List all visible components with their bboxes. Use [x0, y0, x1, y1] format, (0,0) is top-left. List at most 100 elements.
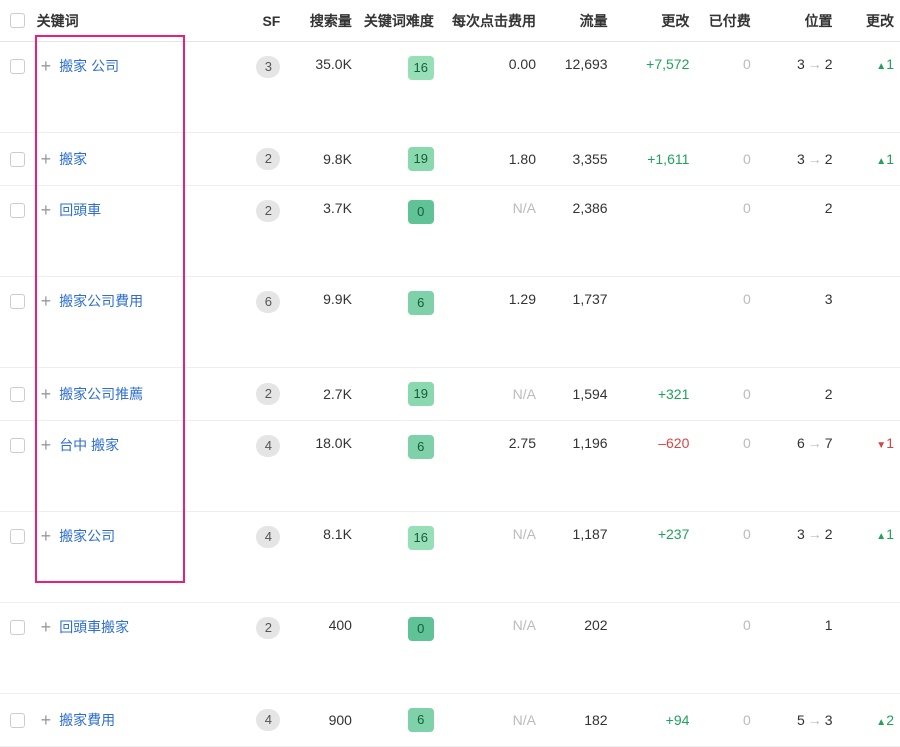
expand-icon[interactable]: + [41, 150, 52, 168]
keyword-cell: + 回頭車搬家 [31, 603, 246, 694]
expand-icon[interactable]: + [41, 385, 52, 403]
sf-cell: 6 [245, 277, 286, 368]
arrow-right-icon: → [808, 712, 822, 728]
kd-badge: 0 [408, 200, 434, 224]
keyword-link[interactable]: 搬家 公司 [59, 56, 119, 76]
row-checkbox[interactable] [10, 713, 25, 728]
table-wrap: 关键词 SF 搜索量 关键词难度 每次点击费用 流量 更改 已付费 位置 更改 … [0, 0, 900, 747]
kd-cell: 6 [358, 694, 440, 747]
keyword-link[interactable]: 搬家公司推薦 [59, 384, 143, 404]
kd-badge: 19 [408, 382, 434, 406]
volume-cell: 2.7K [286, 368, 358, 421]
row-checkbox[interactable] [10, 620, 25, 635]
keyword-link[interactable]: 搬家 [59, 149, 87, 169]
change-traffic-cell [614, 603, 696, 694]
header-sf[interactable]: SF [245, 0, 286, 42]
paid-cell: 0 [695, 368, 756, 421]
position-cell: 2 [757, 186, 839, 277]
select-all-checkbox[interactable] [10, 13, 25, 28]
keyword-link[interactable]: 搬家公司費用 [59, 291, 143, 311]
change-position-cell: ▼1 [839, 421, 900, 512]
sf-badge[interactable]: 4 [256, 526, 280, 548]
header-change2[interactable]: 更改 [839, 0, 900, 42]
header-volume[interactable]: 搜索量 [286, 0, 358, 42]
keyword-link[interactable]: 回頭車搬家 [59, 617, 129, 637]
header-keyword[interactable]: 关键词 [31, 0, 246, 42]
cpc-cell: 1.80 [440, 133, 542, 186]
sf-badge[interactable]: 4 [256, 435, 280, 457]
header-position[interactable]: 位置 [757, 0, 839, 42]
change-traffic-cell: –620 [614, 421, 696, 512]
volume-cell: 35.0K [286, 42, 358, 133]
cpc-cell: N/A [440, 694, 542, 747]
position-cell: 1 [757, 603, 839, 694]
row-checkbox[interactable] [10, 438, 25, 453]
keyword-cell: + 搬家 [31, 133, 246, 186]
row-checkbox[interactable] [10, 529, 25, 544]
row-checkbox[interactable] [10, 203, 25, 218]
expand-icon[interactable]: + [41, 201, 52, 219]
table-row: +回頭車23.7K0N/A2,38602 [0, 186, 900, 277]
keyword-link[interactable]: 台中 搬家 [59, 435, 119, 455]
sf-cell: 2 [245, 133, 286, 186]
sf-badge[interactable]: 2 [256, 617, 280, 639]
expand-icon[interactable]: + [41, 618, 52, 636]
table-body: +搬家 公司335.0K160.0012,693+7,57203→2▲1+搬家2… [0, 42, 900, 747]
position-to: 2 [825, 526, 833, 542]
sf-badge[interactable]: 6 [256, 291, 280, 313]
position-from: 5 [797, 712, 805, 728]
header-change1[interactable]: 更改 [614, 0, 696, 42]
row-checkbox[interactable] [10, 152, 25, 167]
change-position-cell [839, 277, 900, 368]
paid-cell: 0 [695, 421, 756, 512]
row-checkbox[interactable] [10, 387, 25, 402]
change-position-value: 1 [886, 526, 894, 542]
kd-badge: 6 [408, 435, 434, 459]
paid-cell: 0 [695, 133, 756, 186]
table-row: +台中 搬家418.0K62.751,196–62006→7▼1 [0, 421, 900, 512]
traffic-cell: 182 [542, 694, 614, 747]
header-cpc[interactable]: 每次点击费用 [440, 0, 542, 42]
sf-badge[interactable]: 2 [256, 383, 280, 405]
header-traffic[interactable]: 流量 [542, 0, 614, 42]
change-traffic-cell [614, 277, 696, 368]
sf-badge[interactable]: 2 [256, 148, 280, 170]
expand-icon[interactable]: + [41, 436, 52, 454]
keyword-cell: + 搬家 公司 [31, 42, 246, 133]
expand-icon[interactable]: + [41, 57, 52, 75]
kd-cell: 19 [358, 368, 440, 421]
row-checkbox[interactable] [10, 294, 25, 309]
sf-badge[interactable]: 2 [256, 200, 280, 222]
cpc-cell: N/A [440, 186, 542, 277]
keyword-cell: + 回頭車 [31, 186, 246, 277]
change-position-cell [839, 368, 900, 421]
row-checkbox-cell [0, 603, 31, 694]
expand-icon[interactable]: + [41, 527, 52, 545]
kd-badge: 0 [408, 617, 434, 641]
row-checkbox[interactable] [10, 59, 25, 74]
sf-badge[interactable]: 4 [256, 709, 280, 731]
traffic-cell: 1,594 [542, 368, 614, 421]
kd-cell: 19 [358, 133, 440, 186]
change-position-value: 1 [886, 151, 894, 167]
header-kd[interactable]: 关键词难度 [358, 0, 440, 42]
kd-badge: 16 [408, 526, 434, 550]
cpc-cell: 0.00 [440, 42, 542, 133]
sf-cell: 3 [245, 42, 286, 133]
header-paid[interactable]: 已付费 [695, 0, 756, 42]
expand-icon[interactable]: + [41, 292, 52, 310]
cpc-cell: N/A [440, 368, 542, 421]
kd-cell: 0 [358, 186, 440, 277]
sf-badge[interactable]: 3 [256, 56, 280, 78]
keyword-link[interactable]: 回頭車 [59, 200, 101, 220]
volume-cell: 18.0K [286, 421, 358, 512]
row-checkbox-cell [0, 368, 31, 421]
position-to: 3 [825, 712, 833, 728]
keyword-link[interactable]: 搬家公司 [59, 526, 115, 546]
expand-icon[interactable]: + [41, 711, 52, 729]
keyword-cell: + 台中 搬家 [31, 421, 246, 512]
sf-cell: 2 [245, 603, 286, 694]
position-cell: 6→7 [757, 421, 839, 512]
volume-cell: 900 [286, 694, 358, 747]
keyword-link[interactable]: 搬家費用 [59, 710, 115, 730]
